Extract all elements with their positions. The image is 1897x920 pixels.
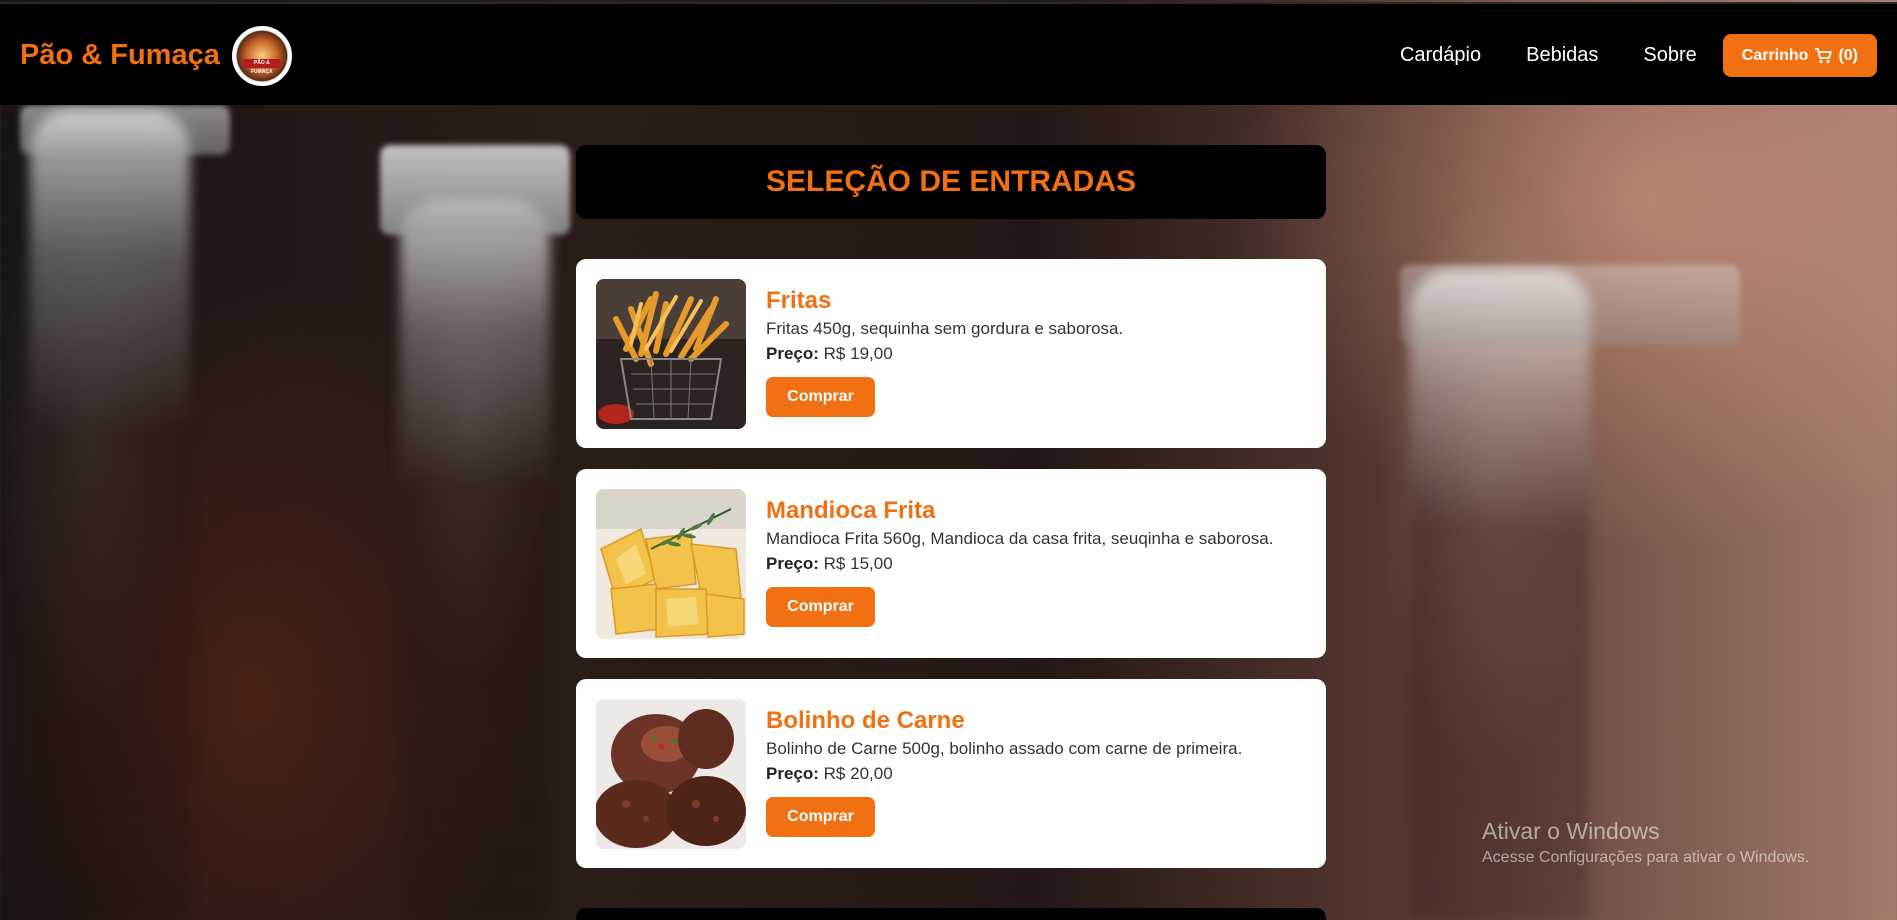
cart-button[interactable]: Carrinho (0): [1722, 34, 1877, 77]
buy-button[interactable]: Comprar: [766, 377, 875, 417]
buy-button[interactable]: Comprar: [766, 587, 875, 627]
price-label: Preço:: [766, 344, 819, 363]
cart-count: (0): [1838, 46, 1858, 64]
section-title: SELEÇÃO DE ENTRADAS: [576, 145, 1326, 219]
product-info: Bolinho de Carne Bolinho de Carne 500g, …: [766, 707, 1306, 837]
logo-text: PÃO & FUMAÇA: [242, 58, 281, 75]
product-name: Bolinho de Carne: [766, 707, 965, 734]
brand[interactable]: Pão & Fumaça PÃO & FUMAÇA: [20, 4, 292, 107]
cart-label: Carrinho: [1741, 46, 1809, 64]
background-bottle: [400, 200, 550, 920]
nav-link-cardapio[interactable]: Cardápio: [1400, 44, 1481, 67]
product-name: Fritas: [766, 287, 832, 314]
product-price: Preço: R$ 15,00: [766, 554, 1306, 574]
navbar: Pão & Fumaça PÃO & FUMAÇA Cardápio Bebid…: [0, 2, 1897, 105]
windows-activation-watermark: Ativar o Windows Acesse Configurações pa…: [1482, 818, 1809, 867]
product-card: Mandioca Frita Mandioca Frita 560g, Mand…: [576, 469, 1326, 658]
watermark-title: Ativar o Windows: [1482, 818, 1660, 844]
background-bottle-cap: [20, 105, 230, 155]
price-value: R$ 19,00: [823, 344, 893, 363]
product-description: Mandioca Frita 560g, Mandioca da casa fr…: [766, 529, 1274, 548]
product-description: Fritas 450g, sequinha sem gordura e sabo…: [766, 319, 1124, 338]
french-fries-image: [596, 279, 746, 429]
background-bottle: [30, 110, 190, 920]
main-nav: Cardápio Bebidas Sobre Carrinho (0): [1400, 4, 1877, 107]
product-info: Mandioca Frita Mandioca Frita 560g, Mand…: [766, 497, 1306, 627]
watermark-subtitle: Acesse Configurações para ativar o Windo…: [1482, 849, 1810, 866]
brand-logo[interactable]: PÃO & FUMAÇA: [231, 25, 292, 86]
next-section-title: [576, 908, 1326, 920]
product-info: Fritas Fritas 450g, sequinha sem gordura…: [766, 287, 1306, 417]
nav-link-bebidas[interactable]: Bebidas: [1526, 44, 1598, 67]
price-value: R$ 20,00: [823, 764, 893, 783]
meatballs-image: [596, 699, 746, 849]
product-card: Bolinho de Carne Bolinho de Carne 500g, …: [576, 679, 1326, 868]
buy-button[interactable]: Comprar: [766, 797, 875, 837]
product-name: Mandioca Frita: [766, 497, 936, 524]
product-card: Fritas Fritas 450g, sequinha sem gordura…: [576, 259, 1326, 448]
product-description: Bolinho de Carne 500g, bolinho assado co…: [766, 739, 1243, 758]
background-bottle-cap: [380, 145, 570, 235]
brand-name[interactable]: Pão & Fumaça: [20, 39, 220, 72]
cart-icon: [1814, 47, 1833, 64]
nav-link-sobre[interactable]: Sobre: [1643, 44, 1696, 67]
price-label: Preço:: [766, 554, 819, 573]
product-price: Preço: R$ 19,00: [766, 344, 1306, 364]
product-price: Preço: R$ 20,00: [766, 764, 1306, 784]
fried-cassava-image: [596, 489, 746, 639]
price-value: R$ 15,00: [823, 554, 893, 573]
background-bottle-cap: [1400, 265, 1740, 345]
price-label: Preço:: [766, 764, 819, 783]
